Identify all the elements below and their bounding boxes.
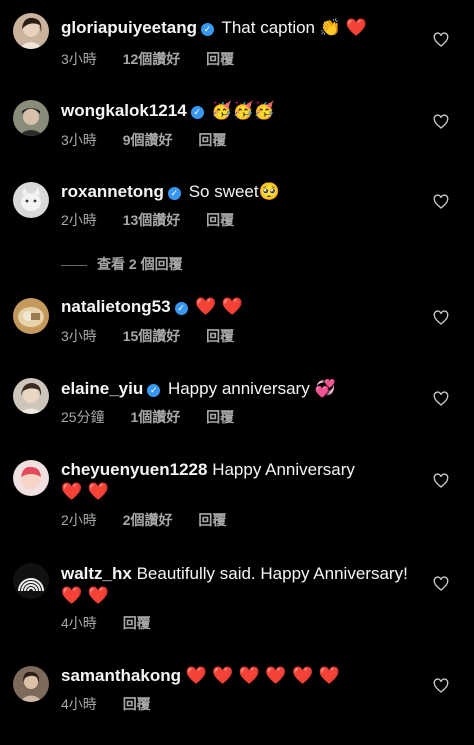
clap-emoji: 👏 — [319, 18, 341, 38]
comment-time: 2小時 — [61, 512, 97, 528]
verified-badge-icon: ✓ — [201, 23, 215, 36]
comment-likes[interactable]: 1個讚好 — [130, 409, 180, 425]
comment-likes[interactable]: 13個讚好 — [123, 212, 181, 228]
comment-body: So sweet — [188, 182, 259, 201]
comment-meta: 3小時 15個讚好 回覆 — [61, 327, 256, 345]
avatar[interactable] — [13, 182, 49, 218]
comment-text: gloriapuiyeetang ✓ That caption 👏 ❤️ — [61, 17, 422, 39]
comment-time: 4小時 — [61, 696, 97, 712]
reply-button[interactable]: 回覆 — [123, 615, 151, 631]
avatar[interactable] — [13, 13, 49, 49]
comment-username[interactable]: gloriapuiyeetang — [61, 18, 197, 37]
avatar[interactable] — [13, 378, 49, 414]
comment-body: Happy anniversary — [167, 379, 310, 398]
comment-text: roxannetong ✓ So sweet🥺 — [61, 181, 422, 203]
comment-username[interactable]: elaine_yiu — [61, 379, 143, 398]
comment-meta: 2小時 13個讚好 回覆 — [61, 211, 256, 229]
comment-username[interactable]: natalietong53 — [61, 297, 171, 316]
comment-likes[interactable]: 15個讚好 — [123, 328, 181, 344]
avatar[interactable] — [13, 298, 49, 334]
comment-username[interactable]: cheyuenyuen1228 — [61, 460, 207, 479]
comment-body: Beautifully said. Happy Anniversary! — [136, 564, 408, 583]
comment-text: elaine_yiu ✓ Happy anniversary 💞 — [61, 378, 422, 400]
heart-outline-icon[interactable] — [433, 391, 449, 407]
verified-badge-icon: ✓ — [167, 187, 181, 200]
comment-username[interactable]: wongkalok1214 — [61, 101, 187, 120]
comments-screen: gloriapuiyeetang ✓ That caption 👏 ❤️ 3小時 … — [0, 0, 474, 745]
comment-likes[interactable]: 9個讚好 — [123, 132, 173, 148]
comment-text: natalietong53 ✓ ❤️ ❤️ — [61, 296, 422, 318]
avatar[interactable] — [13, 563, 49, 599]
verified-badge-icon: ✓ — [190, 106, 204, 119]
comment-time: 2小時 — [61, 212, 97, 228]
comment-text: waltz_hx Beautifully said. Happy Anniver… — [61, 563, 422, 607]
reply-button[interactable]: 回覆 — [206, 51, 234, 67]
comment-text: samanthakong ❤️ ❤️ ❤️ ❤️ ❤️ ❤️ — [61, 665, 422, 687]
heart-emoji: ❤️ ❤️ — [61, 586, 109, 606]
heart-outline-icon[interactable] — [433, 576, 449, 592]
heart-emoji: ❤️ ❤️ — [61, 482, 109, 502]
heart-outline-icon[interactable] — [433, 473, 449, 489]
pleading-face-emoji: 🥺 — [258, 182, 280, 202]
comment-likes[interactable]: 2個讚好 — [123, 512, 173, 528]
comment-time: 3小時 — [61, 328, 97, 344]
verified-badge-icon: ✓ — [174, 302, 188, 315]
comment-meta: 3小時 12個讚好 回覆 — [61, 50, 256, 68]
party-face-emoji: 🥳🥳🥳 — [211, 101, 275, 121]
heart-outline-icon[interactable] — [433, 310, 449, 326]
comment-username[interactable]: samanthakong — [61, 666, 181, 685]
verified-badge-icon: ✓ — [147, 384, 161, 397]
comment-likes[interactable]: 12個讚好 — [123, 51, 181, 67]
avatar[interactable] — [13, 666, 49, 702]
comment-time: 25分鐘 — [61, 409, 105, 425]
comment-time: 4小時 — [61, 615, 97, 631]
heart-emoji: ❤️ ❤️ ❤️ ❤️ ❤️ ❤️ — [185, 666, 340, 686]
heart-outline-icon[interactable] — [433, 114, 449, 130]
heart-outline-icon[interactable] — [433, 194, 449, 210]
comment-time: 3小時 — [61, 132, 97, 148]
reply-button[interactable]: 回覆 — [206, 212, 234, 228]
reply-button[interactable]: 回覆 — [206, 409, 234, 425]
reply-button[interactable]: 回覆 — [198, 132, 226, 148]
heart-emoji: ❤️ ❤️ — [195, 297, 244, 317]
view-replies-label: 查看 2 個回覆 — [97, 256, 183, 272]
reply-button[interactable]: 回覆 — [206, 328, 234, 344]
comment-meta: 3小時 9個讚好 回覆 — [61, 131, 248, 149]
avatar[interactable] — [13, 100, 49, 136]
comment-text: wongkalok1214 ✓ 🥳🥳🥳 — [61, 100, 422, 122]
comment-meta: 2小時 2個讚好 回覆 — [61, 511, 248, 529]
heart-emoji: ❤️ — [345, 18, 367, 38]
comment-time: 3小時 — [61, 51, 97, 67]
comment-meta: 4小時 回覆 — [61, 695, 173, 713]
comment-meta: 25分鐘 1個讚好 回覆 — [61, 408, 256, 426]
heart-outline-icon[interactable] — [433, 32, 449, 48]
comment-body: Happy Anniversary — [212, 460, 355, 479]
comment-body: That caption — [221, 18, 316, 37]
reply-button[interactable]: 回覆 — [198, 512, 226, 528]
avatar[interactable] — [13, 460, 49, 496]
heart-outline-icon[interactable] — [433, 678, 449, 694]
comment-username[interactable]: waltz_hx — [61, 564, 132, 583]
view-replies-link[interactable]: 查看 2 個回覆 — [61, 255, 183, 273]
comment-text: cheyuenyuen1228 Happy Anniversary ❤️ ❤️ — [61, 459, 422, 503]
reply-button[interactable]: 回覆 — [123, 696, 151, 712]
comment-username[interactable]: roxannetong — [61, 182, 164, 201]
two-hearts-emoji: 💞 — [314, 379, 336, 399]
divider-line — [61, 264, 87, 266]
comment-meta: 4小時 回覆 — [61, 614, 173, 632]
